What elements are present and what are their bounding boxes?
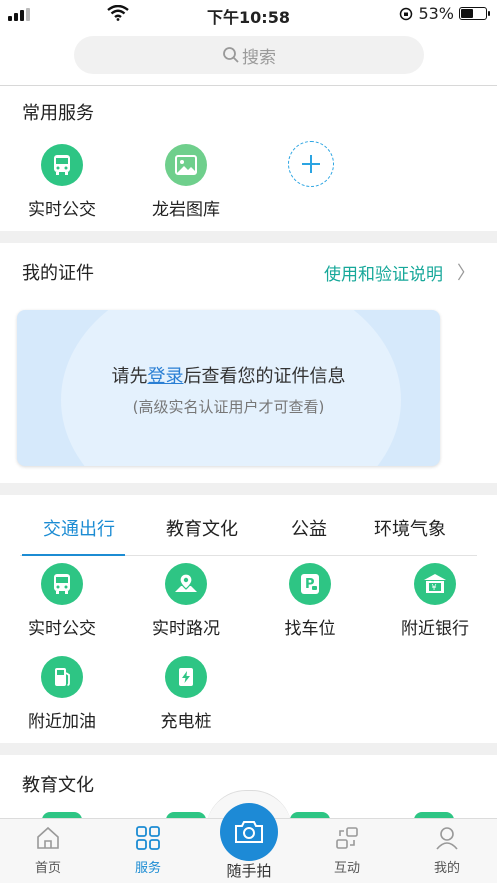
- traffic-item-road-conditions[interactable]: 实时路况: [136, 563, 236, 639]
- active-tab-indicator: [22, 554, 125, 556]
- traffic-item-label: 附近银行: [401, 619, 469, 639]
- tab-education[interactable]: 教育文化: [166, 515, 238, 541]
- traffic-item-label: 充电桩: [160, 712, 212, 732]
- search-bar: 搜索: [0, 30, 497, 86]
- parking-icon: P: [289, 563, 331, 605]
- add-service-button[interactable]: [261, 141, 361, 187]
- camera-icon: [235, 821, 263, 843]
- certificate-note: (高级实名认证用户才可查看): [132, 398, 325, 416]
- status-bar: 下午10:58 53%: [0, 0, 497, 30]
- search-icon: [223, 47, 239, 63]
- tab-environment[interactable]: 环境气象: [374, 515, 446, 541]
- login-link[interactable]: 登录: [148, 366, 184, 387]
- bus-icon: [41, 563, 83, 605]
- orientation-lock-icon: [400, 7, 413, 20]
- nav-interact[interactable]: 互动: [307, 825, 387, 876]
- traffic-item-label: 实时公交: [28, 619, 96, 639]
- tab-traffic[interactable]: 交通出行: [43, 515, 115, 541]
- section-divider: [0, 231, 497, 243]
- nav-mine[interactable]: 我的: [407, 825, 487, 876]
- traffic-item-parking[interactable]: P 找车位: [260, 563, 360, 639]
- bus-icon: [41, 144, 83, 186]
- search-placeholder: 搜索: [242, 47, 276, 68]
- certificate-card: 请先登录后查看您的证件信息 (高级实名认证用户才可查看): [17, 310, 440, 466]
- nav-home[interactable]: 首页: [8, 825, 88, 876]
- nav-services[interactable]: 服务: [108, 825, 188, 876]
- certificates-title: 我的证件: [22, 263, 94, 284]
- nav-services-label: 服务: [134, 861, 161, 876]
- services-grid-icon: [136, 826, 160, 850]
- traffic-item-label: 附近加油: [28, 712, 96, 732]
- common-service-gallery[interactable]: 龙岩图库: [136, 144, 236, 220]
- home-icon: [37, 826, 59, 849]
- bank-icon: ¥: [414, 563, 456, 605]
- traffic-item-label: 实时路况: [152, 619, 220, 639]
- tab-public-welfare[interactable]: 公益: [291, 515, 327, 541]
- section-divider: [0, 483, 497, 495]
- search-input[interactable]: 搜索: [74, 36, 424, 74]
- chevron-right-icon: 〉: [457, 263, 475, 284]
- picture-icon: [165, 144, 207, 186]
- user-icon: [436, 827, 458, 850]
- traffic-item-gas[interactable]: 附近加油: [12, 656, 112, 732]
- nav-interact-label: 互动: [333, 861, 360, 876]
- plus-icon: [288, 141, 334, 187]
- common-service-bus[interactable]: 实时公交: [12, 144, 112, 220]
- camera-label: 随手拍: [226, 862, 272, 880]
- gas-pump-icon: [41, 656, 83, 698]
- map-pin-icon: [165, 563, 207, 605]
- section-divider: [0, 743, 497, 755]
- common-service-label: 龙岩图库: [152, 200, 220, 220]
- traffic-item-label: 找车位: [284, 619, 336, 639]
- certificate-login-prompt: 请先登录后查看您的证件信息: [111, 366, 346, 387]
- common-services-title: 常用服务: [22, 103, 94, 124]
- battery-icon: [459, 7, 490, 20]
- certificate-usage-link[interactable]: 使用和验证说明 〉: [324, 259, 475, 285]
- common-service-label: 实时公交: [28, 200, 96, 220]
- certificate-usage-label: 使用和验证说明: [324, 264, 443, 285]
- battery-percent: 53%: [418, 4, 454, 23]
- traffic-item-bus[interactable]: 实时公交: [12, 563, 112, 639]
- traffic-item-charging[interactable]: 充电桩: [136, 656, 236, 732]
- nav-mine-label: 我的: [433, 861, 460, 876]
- svg-text:¥: ¥: [432, 583, 437, 592]
- interact-icon: [336, 827, 358, 849]
- nav-home-label: 首页: [34, 861, 61, 876]
- camera-button[interactable]: [220, 803, 278, 861]
- charging-icon: [165, 656, 207, 698]
- category-tabs: 交通出行 教育文化 公益 环境气象: [20, 510, 477, 556]
- education-section-title: 教育文化: [22, 775, 94, 796]
- traffic-item-bank[interactable]: ¥ 附近银行: [385, 563, 485, 639]
